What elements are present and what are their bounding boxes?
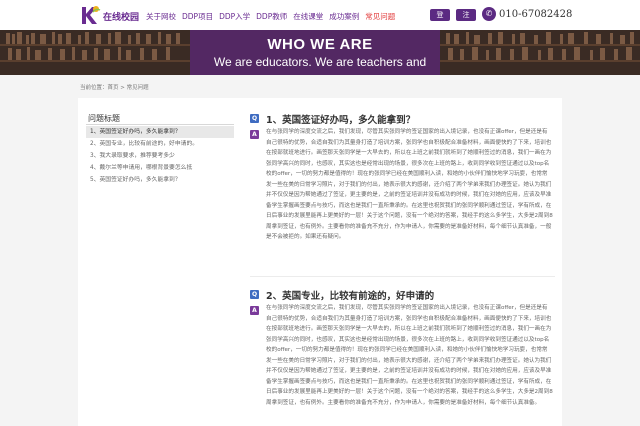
sidebar-title: 问题标题 [88,114,120,123]
logo-text: 在线校园 [103,13,140,23]
nav-item-online-class[interactable]: 在线课堂 [293,11,323,22]
site-header: 在线校园 关于网校 DDP项目 DDP入学 DDP教师 在线课堂 成功案例 常见… [0,0,640,31]
answer-badge: A [250,130,259,139]
site-logo[interactable]: 在线校园 [79,4,143,26]
login-button[interactable]: 登录 [430,9,450,31]
qa-divider [250,276,555,277]
nav-item-about[interactable]: 关于网校 [146,11,176,22]
phone-icon: ✆ [482,7,496,21]
nav-item-success-cases[interactable]: 成功案例 [329,11,359,22]
sidebar-divider [86,124,234,125]
hero-banner: WHO WE ARE We are educators. We are teac… [0,30,640,75]
answer-text: 在与张同学的深度交流之后，我们发现，尽管其实张同学的签证国家的出入境记录，也没有… [266,305,553,406]
sidebar-item-2[interactable]: 2、英国专业，比较有前途的，好申请的。 [86,138,234,150]
nav-item-ddp-teachers[interactable]: DDP教师 [256,11,287,22]
question-title: 2、英国专业，比较有前途的，好申请的 [266,291,435,302]
breadcrumb: 当前位置：首页 > 常见问题 [80,85,149,91]
question-badge: Q [250,290,259,299]
phone-contact: ✆ 010-67082428 [482,7,572,21]
question-badge: Q [250,114,259,123]
nav-item-ddp-admission[interactable]: DDP入学 [219,11,250,22]
banner-subtitle: We are educators. We are teachers and [213,55,427,69]
sidebar-item-1[interactable]: 1、英国签证好办吗，多久能拿到？ [86,126,234,138]
banner-title: WHO WE ARE [267,36,373,53]
qa-item-1: Q 1、英国签证好办吗，多久能拿到？ A 在与张同学的深度交流之后，我们发现，尽… [250,112,555,302]
qa-item-2: Q 2、英国专业，比较有前途的，好申请的 A 在与张同学的深度交流之后，我们发现… [250,288,555,426]
nav-item-ddp-project[interactable]: DDP项目 [182,11,213,22]
sidebar-question-list: 1、英国签证好办吗，多久能拿到？ 2、英国专业，比较有前途的，好申请的。 3、我… [86,126,234,186]
answer-text: 在与张同学的深度交流之后，我们发现，尽管其实张同学的签证国家的出入境记录，也没有… [266,129,553,240]
main-nav: 关于网校 DDP项目 DDP入学 DDP教师 在线课堂 成功案例 常见问题 [146,11,395,22]
register-button[interactable]: 注册 [456,9,476,31]
logo-k-icon [82,6,101,24]
question-title: 1、英国签证好办吗，多久能拿到？ [266,115,416,126]
sidebar-item-5[interactable]: 5、英国签证好办吗，多久能拿到？ [86,174,234,186]
sidebar-item-3[interactable]: 3、我大录取要求，推荐要考多少 [86,150,234,162]
answer-badge: A [250,306,259,315]
nav-item-faq[interactable]: 常见问题 [365,11,395,22]
phone-number: 010-67082428 [499,8,573,20]
sidebar-item-4[interactable]: 4、戴尔兰等申请用，哪根背景要怎么抵 [86,162,234,174]
